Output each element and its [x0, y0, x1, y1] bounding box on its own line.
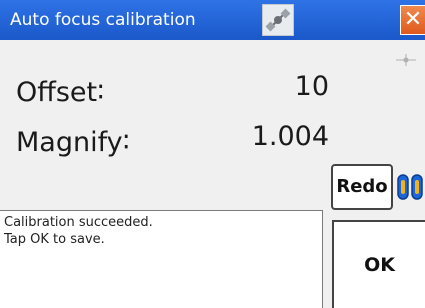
offset-value: 10: [294, 71, 329, 102]
status-message-line: Tap OK to save.: [4, 232, 105, 247]
ok-button[interactable]: OK: [332, 220, 425, 308]
offset-label: Offset∶: [16, 77, 105, 108]
redo-button[interactable]: Redo: [331, 164, 393, 210]
star-icon: [396, 54, 416, 66]
title-bar: Auto focus calibration ✕: [0, 0, 425, 40]
magnify-label: Magnify∶: [16, 127, 130, 158]
close-button[interactable]: ✕: [400, 5, 425, 35]
window-title: Auto focus calibration: [10, 10, 196, 30]
close-icon: ✕: [403, 7, 423, 32]
satellite-icon[interactable]: [262, 4, 294, 36]
slider-handle-icon[interactable]: [397, 172, 425, 202]
status-message-line: Calibration succeeded.: [4, 215, 153, 230]
magnify-value: 1.004: [251, 121, 329, 152]
status-message-box: Calibration succeeded. Tap OK to save.: [0, 210, 323, 308]
